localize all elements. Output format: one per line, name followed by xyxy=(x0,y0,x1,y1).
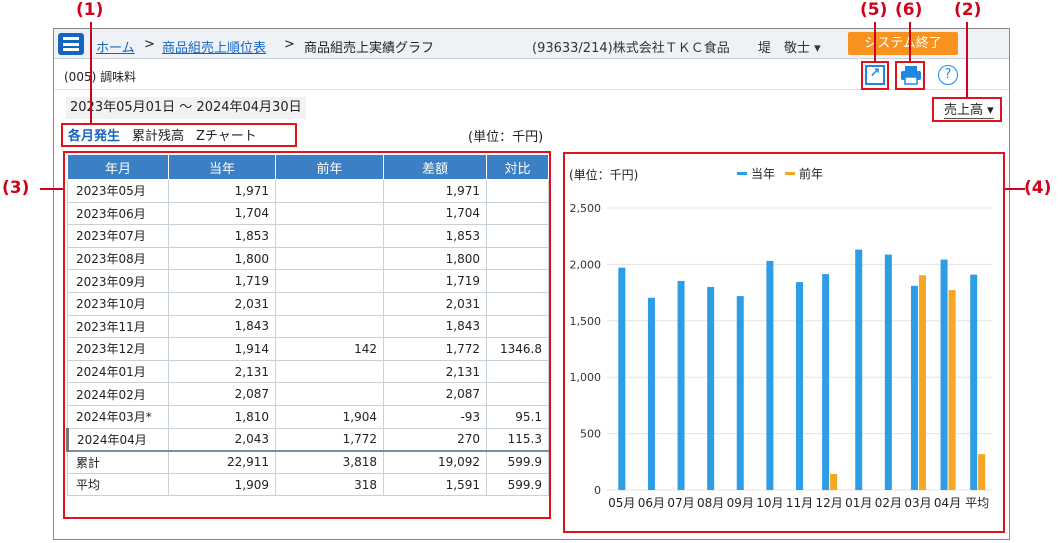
breadcrumb-current: 商品組売上実績グラフ xyxy=(304,41,435,56)
callout-3: (3) xyxy=(2,178,30,198)
breadcrumb-home[interactable]: ホーム xyxy=(96,37,135,56)
breadcrumb-separator: > xyxy=(144,37,155,52)
annotation-box-6 xyxy=(895,61,925,90)
callout-4: (4) xyxy=(1024,178,1052,198)
callout-line-3 xyxy=(40,188,63,190)
breadcrumb-ranking[interactable]: 商品組売上順位表 xyxy=(162,37,266,56)
annotation-box-5 xyxy=(861,61,889,90)
callout-line-2 xyxy=(966,22,968,97)
annotation-box-1 xyxy=(61,123,297,147)
callout-line-5 xyxy=(874,22,876,61)
callout-6: (6) xyxy=(895,0,923,20)
callout-2: (2) xyxy=(954,0,982,20)
user-menu[interactable]: 堤 敬士 ▾ xyxy=(758,37,821,56)
annotation-box-4 xyxy=(563,152,1005,533)
annotation-box-2 xyxy=(932,97,1002,122)
callout-line-1 xyxy=(90,22,92,123)
help-icon[interactable]: ? xyxy=(938,65,958,85)
category-label: (005) 調味料 xyxy=(64,70,137,84)
callout-line-4 xyxy=(1005,188,1025,190)
callout-5: (5) xyxy=(860,0,888,20)
callout-1: (1) xyxy=(76,0,104,20)
breadcrumb-separator: > xyxy=(284,37,295,52)
company-name: (93633/214)株式会社ＴＫＣ食品 xyxy=(532,41,730,56)
annotation-box-3 xyxy=(63,151,551,519)
system-exit-button[interactable]: システム終了 xyxy=(848,32,958,55)
top-bar: ホーム > 商品組売上順位表 > 商品組売上実績グラフ (93633/214)株… xyxy=(54,29,1009,59)
unit-label: (単位：千円) xyxy=(468,130,544,145)
hamburger-menu-icon[interactable] xyxy=(58,33,84,55)
callout-line-6 xyxy=(909,22,911,61)
date-range: 2023年05月01日 ～ 2024年04月30日 xyxy=(66,97,306,119)
